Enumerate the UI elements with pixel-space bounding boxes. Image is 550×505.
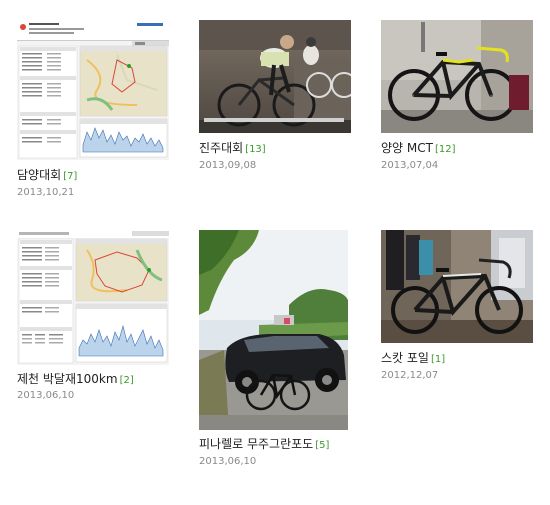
post-title-text[interactable]: 담양대회 [17, 168, 61, 182]
post-thumbnail-cyclists-rollers[interactable] [199, 20, 351, 133]
car-and-bike-photo [199, 230, 348, 430]
post-thumbnail-gps-map[interactable] [17, 230, 169, 365]
comment-count: [5] [315, 440, 330, 451]
post-title[interactable]: 담양대회 [7] [17, 168, 77, 184]
cyclists-on-rollers-photo [199, 20, 351, 133]
road-bike-photo [381, 20, 533, 133]
post-thumbnail-gps-map[interactable] [17, 20, 169, 160]
post-date: 2013,06,10 [199, 456, 257, 467]
post-date: 2013,09,08 [199, 160, 257, 171]
post-title-text[interactable]: 제천 박달재100km [17, 372, 118, 386]
comment-count: [7] [63, 171, 78, 182]
post-date: 2013,06,10 [17, 390, 75, 401]
post-title[interactable]: 피나렐로 무주그란포도 [5] [199, 437, 329, 453]
post-title-text[interactable]: 진주대회 [199, 141, 243, 155]
post-title-text[interactable]: 스캇 포일 [381, 351, 429, 365]
comment-count: [1] [430, 354, 446, 365]
comment-count: [13] [245, 144, 266, 155]
post-title[interactable]: 스캇 포일 [1] [381, 351, 445, 367]
comment-count: [12] [434, 144, 456, 155]
post-title[interactable]: 양양 MCT [12] [381, 141, 456, 157]
post-title[interactable]: 제천 박달재100km [2] [17, 372, 134, 388]
post-thumbnail-car-bike[interactable] [199, 230, 348, 430]
post-thumbnail-road-bike-indoor[interactable] [381, 230, 533, 343]
post-thumbnail-road-bike[interactable] [381, 20, 533, 133]
post-date: 2013,07,04 [381, 160, 439, 171]
gps-map-screenshot-image [17, 230, 169, 365]
comment-count: [2] [119, 375, 134, 386]
road-bike-indoor-photo [381, 230, 533, 343]
gps-map-screenshot-image [17, 20, 169, 160]
post-date: 2013,10,21 [17, 187, 75, 198]
post-title[interactable]: 진주대회 [13] [199, 141, 266, 157]
post-title-text[interactable]: 양양 MCT [381, 141, 433, 155]
post-date: 2012,12,07 [381, 370, 439, 381]
post-title-text[interactable]: 피나렐로 무주그란포도 [199, 437, 313, 451]
